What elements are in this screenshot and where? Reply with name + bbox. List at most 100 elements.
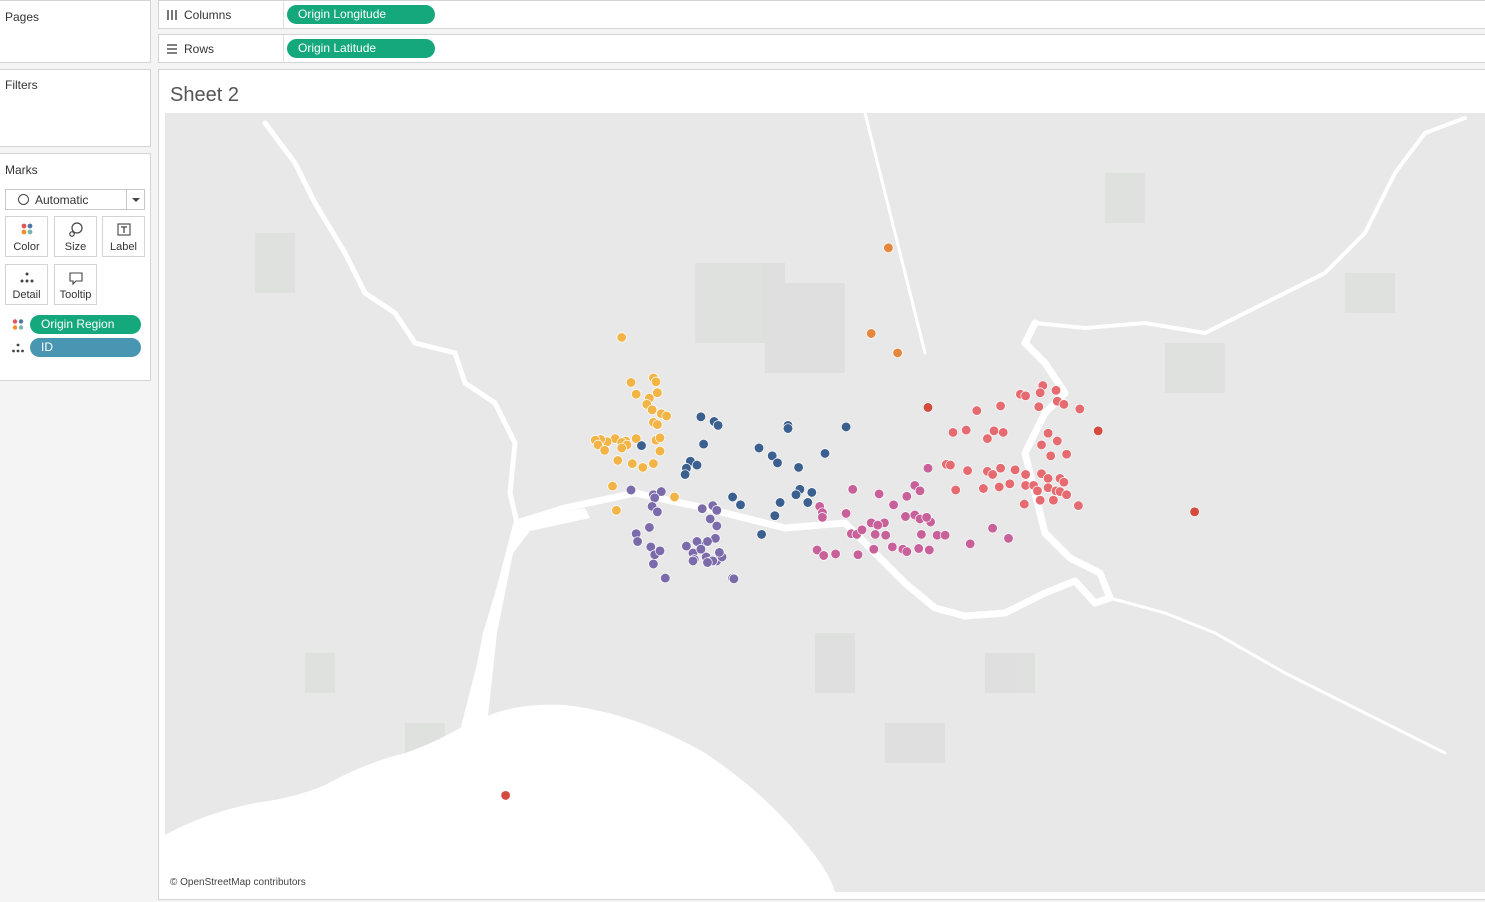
origin-latitude-pill[interactable]: Origin Latitude xyxy=(287,39,435,58)
map-point[interactable] xyxy=(856,524,868,535)
map-point[interactable] xyxy=(636,440,647,451)
map-canvas[interactable] xyxy=(165,113,1485,892)
map-point[interactable] xyxy=(1042,473,1054,484)
map-point[interactable] xyxy=(695,544,707,555)
map-point[interactable] xyxy=(652,419,663,430)
map-point[interactable] xyxy=(727,491,738,503)
map-point[interactable] xyxy=(962,465,973,476)
origin-longitude-pill[interactable]: Origin Longitude xyxy=(287,5,435,24)
map-point[interactable] xyxy=(616,442,627,454)
map-point[interactable] xyxy=(661,410,672,422)
map-point[interactable] xyxy=(695,411,707,422)
map-point[interactable] xyxy=(679,469,691,480)
map-point[interactable] xyxy=(971,405,982,416)
map-point[interactable] xyxy=(916,529,927,540)
map-point[interactable] xyxy=(1045,450,1056,461)
map-point[interactable] xyxy=(868,544,879,555)
map-point[interactable] xyxy=(840,508,852,519)
map-point[interactable] xyxy=(866,328,877,339)
map-point[interactable] xyxy=(982,433,993,444)
map-point[interactable] xyxy=(892,347,903,359)
map-point[interactable] xyxy=(873,488,885,500)
map-point[interactable] xyxy=(648,558,659,570)
map-point[interactable] xyxy=(1036,439,1047,451)
map-point[interactable] xyxy=(995,463,1006,474)
map-point[interactable] xyxy=(998,427,1009,438)
map-point[interactable] xyxy=(1074,403,1085,415)
map-view[interactable]: © OpenStreetMap contributors xyxy=(165,113,1485,892)
map-point[interactable] xyxy=(1189,506,1200,517)
map-point[interactable] xyxy=(625,484,637,496)
map-point[interactable] xyxy=(1009,464,1021,475)
map-point[interactable] xyxy=(939,530,951,541)
map-point[interactable] xyxy=(802,497,813,508)
map-point[interactable] xyxy=(921,512,932,523)
map-point[interactable] xyxy=(652,506,663,517)
map-point[interactable] xyxy=(852,549,864,560)
map-point[interactable] xyxy=(697,503,708,514)
map-point[interactable] xyxy=(1073,500,1084,511)
map-point[interactable] xyxy=(1019,498,1030,510)
map-point[interactable] xyxy=(660,572,671,584)
map-point[interactable] xyxy=(1020,469,1031,480)
map-point[interactable] xyxy=(1050,385,1062,396)
map-point[interactable] xyxy=(840,421,852,433)
map-point[interactable] xyxy=(712,420,724,431)
map-point[interactable] xyxy=(702,536,713,547)
map-point[interactable] xyxy=(995,400,1006,412)
origin-region-pill[interactable]: Origin Region xyxy=(30,315,141,334)
map-point[interactable] xyxy=(922,463,934,474)
map-point[interactable] xyxy=(627,458,638,469)
map-point[interactable] xyxy=(646,404,658,415)
map-point[interactable] xyxy=(887,541,898,553)
map-point[interactable] xyxy=(652,387,663,398)
map-point[interactable] xyxy=(1004,478,1015,489)
map-point[interactable] xyxy=(870,529,881,540)
map-point[interactable] xyxy=(913,543,924,554)
map-point[interactable] xyxy=(632,536,643,547)
map-point[interactable] xyxy=(965,538,976,549)
map-point[interactable] xyxy=(1032,485,1043,496)
map-point[interactable] xyxy=(650,376,662,387)
map-point[interactable] xyxy=(880,530,891,541)
map-point[interactable] xyxy=(961,424,972,436)
map-point[interactable] xyxy=(900,511,911,522)
map-point[interactable] xyxy=(790,489,802,500)
map-point[interactable] xyxy=(612,455,623,466)
map-point[interactable] xyxy=(817,512,828,523)
map-point[interactable] xyxy=(1020,390,1031,401)
map-point[interactable] xyxy=(774,497,786,508)
map-point[interactable] xyxy=(1035,495,1046,506)
map-point[interactable] xyxy=(714,547,725,558)
columns-shelf[interactable]: Columns Origin Longitude xyxy=(158,0,1485,29)
map-point[interactable] xyxy=(1052,435,1063,447)
map-point[interactable] xyxy=(654,545,666,556)
label-button[interactable]: Label xyxy=(102,216,145,257)
map-point[interactable] xyxy=(987,469,998,480)
map-point[interactable] xyxy=(1035,387,1046,398)
map-point[interactable] xyxy=(1061,489,1072,500)
map-point[interactable] xyxy=(691,459,703,471)
chevron-down-icon[interactable] xyxy=(126,190,144,209)
map-point[interactable] xyxy=(994,481,1005,493)
map-point[interactable] xyxy=(637,462,648,473)
map-point[interactable] xyxy=(753,442,765,454)
map-point[interactable] xyxy=(1058,477,1070,488)
map-point[interactable] xyxy=(901,491,912,502)
id-pill[interactable]: ID xyxy=(30,338,141,357)
map-point[interactable] xyxy=(819,448,831,459)
map-point[interactable] xyxy=(924,544,935,556)
map-point[interactable] xyxy=(872,519,883,531)
mark-type-dropdown[interactable]: Automatic xyxy=(5,189,145,210)
filters-card[interactable]: Filters xyxy=(0,69,151,147)
map-point[interactable] xyxy=(1093,425,1104,436)
map-point[interactable] xyxy=(901,546,912,557)
map-point[interactable] xyxy=(1061,449,1072,460)
map-point[interactable] xyxy=(698,438,709,450)
detail-button[interactable]: Detail xyxy=(5,264,48,305)
map-point[interactable] xyxy=(500,790,511,801)
color-button[interactable]: Color xyxy=(5,216,48,257)
map-point[interactable] xyxy=(711,505,722,516)
map-point[interactable] xyxy=(728,573,740,584)
map-point[interactable] xyxy=(631,389,642,400)
